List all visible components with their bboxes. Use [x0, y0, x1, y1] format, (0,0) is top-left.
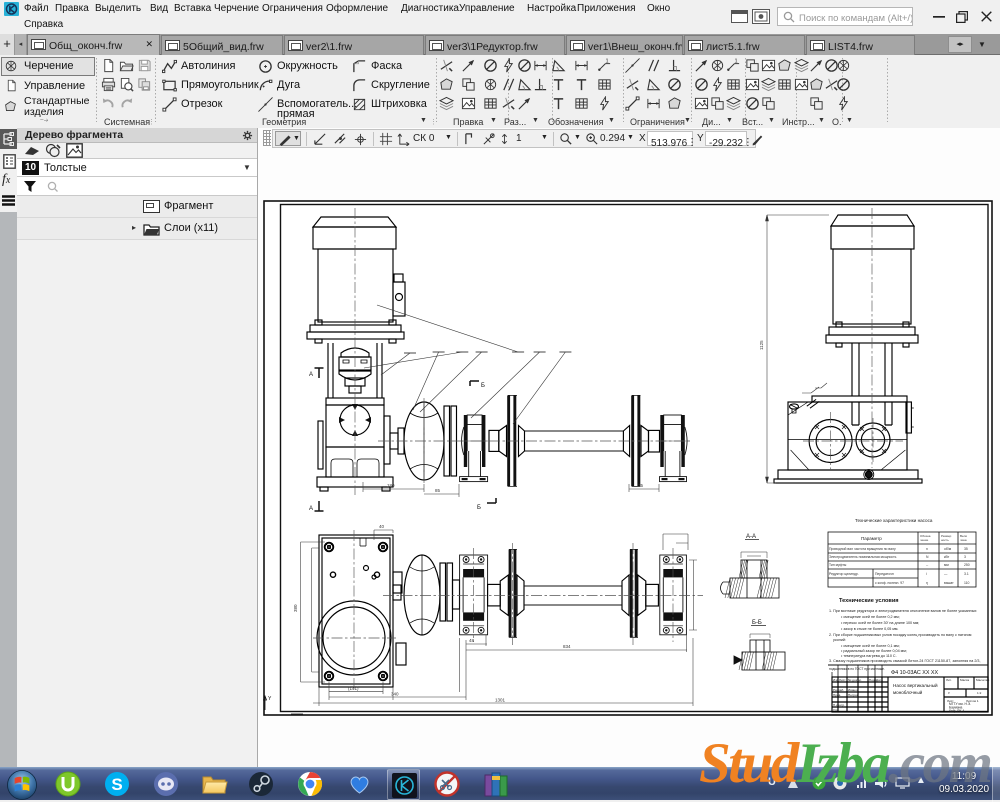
- svg-text:834: 834: [563, 644, 571, 649]
- svg-text:Пров.: Пров.: [833, 693, 841, 697]
- svg-text:Изм: Изм: [833, 678, 839, 682]
- svg-text:• зазор в стыке не более 0,05: • зазор в стыке не более 0,05 мм.: [841, 627, 898, 631]
- svg-text:№ докум.: № докум.: [848, 678, 862, 682]
- svg-text:Лит.: Лит.: [946, 678, 952, 682]
- svg-text:вашат: вашат: [944, 581, 954, 585]
- svg-text:n: n: [926, 547, 928, 551]
- svg-text:1. При монтаже редуктора и эле: 1. При монтаже редуктора и электродвигат…: [829, 609, 977, 613]
- svg-text:чение: чение: [920, 538, 929, 542]
- svg-text:с коэф. полезн. 97: с коэф. полезн. 97: [875, 581, 904, 585]
- svg-text:Дата: Дата: [876, 678, 883, 682]
- svg-text:Б: Б: [477, 505, 481, 511]
- svg-text:Иванов: Иванов: [848, 688, 859, 692]
- svg-text:Приводной вал частота вращения: Приводной вал частота вращения по валу: [829, 547, 896, 551]
- svg-text:• перекос осей не более 30′ на: • перекос осей не более 30′ на длине 100…: [841, 621, 919, 625]
- svg-text:Утв.: Утв.: [833, 708, 839, 712]
- svg-text:ность: ность: [941, 538, 949, 542]
- svg-text:• смещение осей не более 0,1 м: • смещение осей не более 0,1 мм;: [841, 644, 900, 648]
- svg-text:подшипников по ГОСТ при монтаж: подшипников по ГОСТ при монтаже.: [829, 667, 885, 671]
- svg-text:40: 40: [379, 524, 385, 529]
- svg-text:Ф4 10-03АС ХХ ХХ: Ф4 10-03АС ХХ ХХ: [891, 670, 939, 676]
- svg-text:1125: 1125: [759, 340, 764, 350]
- svg-text:--: --: [926, 563, 928, 567]
- svg-text:Редуктор цилиндр.: Редуктор цилиндр.: [829, 572, 859, 576]
- svg-text:У: У: [948, 691, 950, 695]
- svg-text:S: S: [111, 775, 122, 794]
- svg-text:(141): (141): [348, 686, 359, 691]
- svg-text:Технические условия: Технические условия: [839, 598, 899, 604]
- svg-text:Разраб.: Разраб.: [833, 688, 844, 692]
- svg-text:А: А: [309, 372, 313, 378]
- svg-text:• смещение осей не более 0,2 м: • смещение осей не более 0,2 мм;: [841, 615, 900, 619]
- svg-text:Насос вертикальный: Насос вертикальный: [893, 682, 938, 688]
- svg-text:Масса: Масса: [960, 678, 969, 682]
- svg-text:3: 3: [964, 555, 966, 559]
- svg-text:• температура нагрева до 110 С: • температура нагрева до 110 С.: [841, 654, 897, 658]
- svg-text:380: 380: [293, 604, 298, 612]
- svg-text:Параметр: Параметр: [861, 536, 882, 541]
- svg-text:• радиальный зазор не более 0,: • радиальный зазор не более 0,04 мм;: [841, 649, 907, 653]
- svg-text:2. При сборке подшипниковых уз: 2. При сборке подшипниковых узлов посадк…: [829, 633, 972, 637]
- svg-text:Б: Б: [481, 383, 485, 389]
- svg-text:Технические характеристики нас: Технические характеристики насоса: [855, 518, 933, 523]
- svg-text:моноблочный: моноблочный: [893, 689, 923, 695]
- svg-text:А-А: А-А: [746, 534, 756, 540]
- svg-text:250: 250: [964, 563, 970, 567]
- svg-text:Н.контр.: Н.контр.: [833, 703, 845, 707]
- svg-text:мм: мм: [944, 563, 949, 567]
- svg-text:1:2: 1:2: [977, 691, 982, 695]
- svg-text:усилий:: усилий:: [833, 638, 846, 642]
- svg-text:Каф. РК-4: Каф. РК-4: [949, 709, 965, 713]
- svg-text:Петров: Петров: [848, 693, 859, 697]
- svg-text:35: 35: [964, 547, 968, 551]
- svg-text:η: η: [926, 581, 928, 585]
- svg-text:180: 180: [387, 483, 395, 488]
- svg-text:1301: 1301: [495, 698, 506, 703]
- svg-text:кВт: кВт: [944, 555, 950, 559]
- svg-text:48: 48: [469, 638, 475, 643]
- svg-text:Лист: Лист: [839, 678, 846, 682]
- svg-text:110: 110: [964, 581, 970, 585]
- svg-text:75: 75: [638, 483, 644, 488]
- svg-text:Б-Б: Б-Б: [752, 620, 762, 626]
- svg-text:340: 340: [391, 692, 399, 697]
- svg-text:Передаточн: Передаточн: [875, 572, 894, 576]
- svg-text:85: 85: [435, 488, 441, 493]
- svg-text:Тип муфты: Тип муфты: [829, 563, 847, 567]
- svg-text:Масштаб: Масштаб: [976, 678, 989, 682]
- svg-text:3.1: 3.1: [964, 572, 969, 576]
- svg-text:3. Смазку подшипников производ: 3. Смазку подшипников производить смазко…: [829, 659, 981, 663]
- svg-text:об/м: об/м: [944, 547, 952, 551]
- svg-text:А: А: [309, 506, 313, 512]
- svg-text:чина: чина: [960, 538, 967, 542]
- svg-text:Электродвигатель номинальная м: Электродвигатель номинальная мощность: [829, 555, 897, 559]
